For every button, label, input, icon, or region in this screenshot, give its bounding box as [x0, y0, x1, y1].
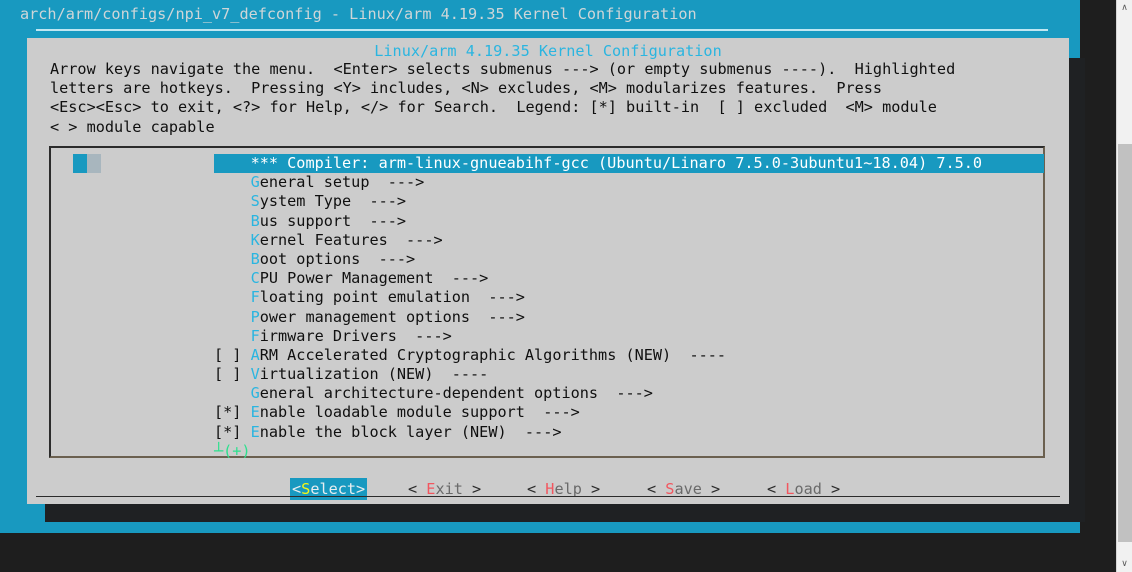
- menu-item-prefix: [214, 269, 251, 287]
- menu-item-label: ower management options: [259, 307, 471, 326]
- menu-item-label: loating point emulation: [259, 288, 471, 307]
- menu-item-prefix: [214, 250, 251, 268]
- menu-item-prefix: [ ]: [214, 345, 251, 364]
- menu-item[interactable]: [*] Enable the block layer (NEW) --->: [214, 423, 1044, 442]
- browser-viewport: arch/arm/configs/npi_v7_defconfig - Linu…: [0, 0, 1116, 572]
- menu-item-label: ernel Features: [259, 230, 388, 249]
- scroll-marker-block-b: [87, 154, 101, 174]
- menu-item-hotkey: G: [250, 384, 260, 403]
- menu-item-prefix: [214, 308, 251, 326]
- menu-item-prefix: [214, 327, 251, 345]
- menu-item-label: irmware Drivers: [259, 326, 397, 345]
- menu-item[interactable]: CPU Power Management --->: [214, 269, 1044, 288]
- menu-item-prefix: [214, 384, 251, 402]
- menu-item-label: oot options: [259, 249, 361, 268]
- menu-item[interactable]: General setup --->: [214, 173, 1044, 192]
- menu-item-label: nable loadable module support: [259, 403, 525, 422]
- scroll-down-arrow-icon[interactable]: ∨: [1117, 556, 1132, 572]
- menu-item-hotkey: K: [250, 230, 260, 249]
- scrollbar-thumb[interactable]: [1118, 144, 1132, 542]
- scroll-up-arrow-icon[interactable]: ∧: [1117, 0, 1132, 16]
- page-scrollbar[interactable]: ∧ ∨: [1116, 0, 1132, 572]
- menu-item-suffix: --->: [387, 230, 443, 249]
- menu-item[interactable]: [*] Enable loadable module support --->: [214, 403, 1044, 422]
- menu-item-hotkey: S: [250, 192, 260, 211]
- menu-item-label: RM Accelerated Cryptographic Algorithms …: [259, 345, 672, 364]
- help-text: Arrow keys navigate the menu. <Enter> se…: [50, 60, 956, 136]
- menu-item-suffix: --->: [506, 422, 562, 441]
- menu-item-label: eneral setup: [259, 173, 370, 192]
- menu-item-label: *** Compiler: arm-linux-gnueabihf-gcc (U…: [250, 154, 983, 172]
- menu-item[interactable]: Boot options --->: [214, 250, 1044, 269]
- menu-item-suffix: --->: [598, 384, 653, 403]
- menu-item-hotkey: C: [250, 269, 260, 288]
- scroll-marker-block-a: [73, 154, 87, 174]
- menu-item-hotkey: E: [250, 403, 260, 422]
- scroll-position-marker: [51, 154, 101, 174]
- menu-listbox[interactable]: *** Compiler: arm-linux-gnueabihf-gcc (U…: [49, 146, 1045, 460]
- menu-item-prefix: [214, 231, 251, 249]
- menu-item-prefix: [214, 192, 251, 210]
- menu-item[interactable]: Firmware Drivers --->: [214, 327, 1044, 346]
- menu-item[interactable]: System Type --->: [214, 192, 1044, 211]
- menu-item[interactable]: [ ] Virtualization (NEW) ----: [214, 365, 1044, 384]
- more-items-indicator: ┴(+): [214, 442, 251, 460]
- menu-item-suffix: --->: [360, 249, 416, 268]
- menu-item-hotkey: F: [250, 326, 260, 345]
- menu-item-prefix: [214, 154, 251, 172]
- title-divider: [36, 29, 1048, 31]
- menu-item[interactable]: General architecture-dependent options -…: [214, 384, 1044, 403]
- menu-item-prefix: [*]: [214, 422, 251, 441]
- window-title: arch/arm/configs/npi_v7_defconfig - Linu…: [20, 5, 697, 23]
- menuconfig-dialog: Linux/arm 4.19.35 Kernel Configuration A…: [27, 38, 1069, 504]
- menu-item-hotkey: B: [250, 249, 260, 268]
- menu-item-suffix: --->: [369, 173, 425, 192]
- menu-item-prefix: [214, 288, 251, 306]
- menu-item-prefix: [214, 212, 251, 230]
- menu-item-hotkey: F: [250, 288, 260, 307]
- menu-item-hotkey: G: [250, 173, 260, 192]
- menu-item-prefix: [*]: [214, 403, 251, 422]
- menu-item-suffix: --->: [351, 192, 407, 211]
- menu-item[interactable]: Kernel Features --->: [214, 231, 1044, 250]
- terminal-surface: arch/arm/configs/npi_v7_defconfig - Linu…: [0, 0, 1085, 533]
- menu-item[interactable]: Floating point emulation --->: [214, 288, 1044, 307]
- menu-item[interactable]: Bus support --->: [214, 212, 1044, 231]
- menu-item-selected[interactable]: *** Compiler: arm-linux-gnueabihf-gcc (U…: [214, 154, 1044, 174]
- menu-item[interactable]: Power management options --->: [214, 308, 1044, 327]
- menu-item-hotkey: V: [250, 365, 260, 384]
- menu-item-hotkey: A: [250, 345, 260, 364]
- dialog-bottom-divider: [36, 496, 1060, 497]
- menu-item-suffix: --->: [470, 288, 525, 307]
- menu-item-suffix: --->: [351, 211, 407, 230]
- menu-item-prefix: [214, 173, 251, 191]
- menu-item-suffix: --->: [433, 269, 489, 288]
- menu-item-suffix: --->: [470, 307, 525, 326]
- menu-item[interactable]: [ ] ARM Accelerated Cryptographic Algori…: [214, 346, 1044, 365]
- menu-item-label: us support: [259, 211, 352, 230]
- menu-item-label: nable the block layer (NEW): [259, 422, 507, 441]
- menu-item-hotkey: B: [250, 211, 260, 230]
- menu-item-suffix: --->: [524, 403, 580, 422]
- menu-item-suffix: ----: [433, 365, 489, 384]
- menu-item-hotkey: P: [250, 307, 260, 326]
- menu-item-list: *** Compiler: arm-linux-gnueabihf-gcc (U…: [214, 154, 1044, 442]
- menu-item-hotkey: E: [250, 422, 260, 441]
- menu-item-prefix: [ ]: [214, 365, 251, 384]
- menu-item-label: eneral architecture-dependent options: [259, 384, 599, 403]
- dialog-title: Linux/arm 4.19.35 Kernel Configuration: [374, 42, 722, 60]
- menu-item-label: PU Power Management: [259, 269, 434, 288]
- menu-item-label: irtualization (NEW): [259, 365, 434, 384]
- menu-item-suffix: ----: [671, 345, 727, 364]
- menu-item-label: ystem Type: [259, 192, 352, 211]
- menu-item-suffix: --->: [396, 326, 452, 345]
